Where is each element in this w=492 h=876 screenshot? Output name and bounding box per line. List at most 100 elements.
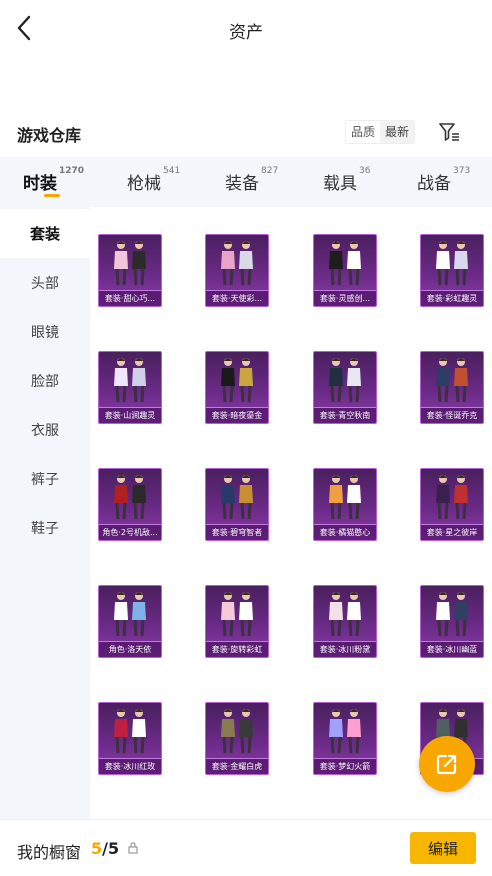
item-card[interactable]: 套装·怪诞乔克: [420, 351, 484, 424]
item-card[interactable]: 套装·甜心巧...: [98, 234, 162, 307]
item-card[interactable]: 套装·冰川粉黛: [313, 585, 377, 658]
outfit-thumbnail: [114, 592, 146, 637]
item-card[interactable]: 套装·碧穹智者: [205, 468, 269, 541]
item-card[interactable]: 套装·旋转彩虹: [205, 585, 269, 658]
outfit-thumbnail: [114, 358, 146, 403]
tab-supplies[interactable]: 战备373: [417, 166, 471, 194]
sidebar-item-pants[interactable]: 裤子: [0, 454, 90, 503]
lock-icon: [128, 842, 138, 854]
item-card[interactable]: 套装·天使彩...: [205, 234, 269, 307]
showcase-label: 我的橱窗: [17, 843, 82, 862]
filter-button[interactable]: [436, 119, 462, 145]
warehouse-title: 游戏仓库: [17, 126, 82, 145]
outfit-thumbnail: [329, 709, 361, 754]
showcase-total: 5: [107, 839, 120, 858]
item-grid: 套装·甜心巧... 套装·天使彩... 套装·灵感创... 套装·彩虹趣灵套装·山涧趣…: [90, 207, 492, 819]
outfit-thumbnail: [221, 358, 253, 403]
item-card[interactable]: 套装·冰川红玫: [98, 702, 162, 775]
tab-guns[interactable]: 枪械541: [127, 166, 181, 194]
sidebar-item-outfit[interactable]: 套装: [0, 209, 90, 258]
item-label: 套装·冰川幽蓝: [421, 641, 483, 657]
tab-label: 时装: [23, 174, 57, 194]
outfit-thumbnail: [114, 709, 146, 754]
item-label: 套装·梦幻火箭: [314, 758, 376, 774]
item-label: 角色·洛天依: [99, 641, 161, 657]
page-title: 资产: [229, 23, 263, 43]
item-card[interactable]: 套装·星之彼岸: [420, 468, 484, 541]
item-card[interactable]: 角色·洛天依: [98, 585, 162, 658]
outfit-thumbnail: [436, 358, 468, 403]
item-label: 套装·冰川粉黛: [314, 641, 376, 657]
outfit-thumbnail: [221, 475, 253, 520]
item-card[interactable]: 套装·梦幻火箭: [313, 702, 377, 775]
item-label: 套装·碧穹智者: [206, 524, 268, 540]
item-card[interactable]: 套装·彩虹趣灵: [420, 234, 484, 307]
sidebar-item-face[interactable]: 脸部: [0, 356, 90, 405]
tab-label: 载具: [323, 174, 357, 194]
tab-label: 战备: [417, 174, 451, 194]
top-bar: 资产: [0, 0, 492, 58]
item-label: 套装·旋转彩虹: [206, 641, 268, 657]
showcase-current: 5: [91, 839, 103, 858]
item-label: 套装·金耀白虎: [206, 758, 268, 774]
tab-vehicles[interactable]: 载具36: [323, 166, 371, 194]
item-label: 套装·橘猫憨心: [314, 524, 376, 540]
item-label: 套装·甜心巧...: [99, 290, 161, 306]
sidebar-item-head[interactable]: 头部: [0, 258, 90, 307]
item-label: 套装·山涧趣灵: [99, 407, 161, 423]
sidebar-item-clothes[interactable]: 衣服: [0, 405, 90, 454]
tab-equipment[interactable]: 装备827: [225, 166, 279, 194]
item-card[interactable]: 套装·灵感创...: [313, 234, 377, 307]
item-label: 套装·灵感创...: [314, 290, 376, 306]
sidebar-item-shoes[interactable]: 鞋子: [0, 503, 90, 552]
item-card[interactable]: 角色·2号机敌...: [98, 468, 162, 541]
sub-category-sidebar: 套装 头部 眼镜 脸部 衣服 裤子 鞋子: [0, 207, 90, 819]
tab-count: 541: [163, 166, 181, 176]
tab-count: 36: [359, 166, 371, 176]
item-label: 套装·彩虹趣灵: [421, 290, 483, 306]
share-icon: [436, 754, 457, 775]
item-label: 套装·暗夜鎏金: [206, 407, 268, 423]
showcase-bar: 我的橱窗 5/5 编辑: [0, 819, 492, 876]
outfit-thumbnail: [329, 592, 361, 637]
active-tab-indicator: [44, 194, 60, 197]
item-card[interactable]: 套装·橘猫憨心: [313, 468, 377, 541]
item-card[interactable]: 套装·青空秋南: [313, 351, 377, 424]
tab-count: 373: [453, 166, 471, 176]
outfit-thumbnail: [436, 241, 468, 286]
sort-by-quality[interactable]: 品质: [346, 121, 381, 143]
filter-icon: [439, 123, 459, 141]
item-card[interactable]: 套装·金耀白虎: [205, 702, 269, 775]
tab-count: 1270: [59, 166, 85, 176]
outfit-thumbnail: [436, 592, 468, 637]
share-button[interactable]: [419, 736, 475, 792]
sort-toggle: 品质 最新: [345, 120, 416, 144]
tab-label: 枪械: [127, 174, 161, 194]
item-card[interactable]: 套装·暗夜鎏金: [205, 351, 269, 424]
item-card[interactable]: 套装·冰川幽蓝: [420, 585, 484, 658]
category-tabs: 时装1270 枪械541 装备827 载具36 战备373: [0, 157, 492, 207]
outfit-thumbnail: [114, 241, 146, 286]
tab-label: 装备: [225, 174, 259, 194]
item-label: 套装·青空秋南: [314, 407, 376, 423]
outfit-thumbnail: [221, 241, 253, 286]
showcase-count: 5/5: [91, 839, 119, 858]
tab-fashion[interactable]: 时装1270: [23, 166, 85, 194]
sidebar-item-glasses[interactable]: 眼镜: [0, 307, 90, 356]
outfit-thumbnail: [329, 241, 361, 286]
outfit-thumbnail: [329, 358, 361, 403]
tab-count: 827: [261, 166, 279, 176]
item-card[interactable]: 套装·山涧趣灵: [98, 351, 162, 424]
item-label: 套装·天使彩...: [206, 290, 268, 306]
outfit-thumbnail: [114, 475, 146, 520]
item-label: 套装·怪诞乔克: [421, 407, 483, 423]
item-label: 套装·冰川红玫: [99, 758, 161, 774]
item-label: 套装·星之彼岸: [421, 524, 483, 540]
outfit-thumbnail: [221, 709, 253, 754]
outfit-thumbnail: [436, 475, 468, 520]
outfit-thumbnail: [221, 592, 253, 637]
item-label: 角色·2号机敌...: [99, 524, 161, 540]
edit-button[interactable]: 编辑: [410, 832, 476, 864]
outfit-thumbnail: [329, 475, 361, 520]
sort-by-latest[interactable]: 最新: [380, 121, 415, 143]
